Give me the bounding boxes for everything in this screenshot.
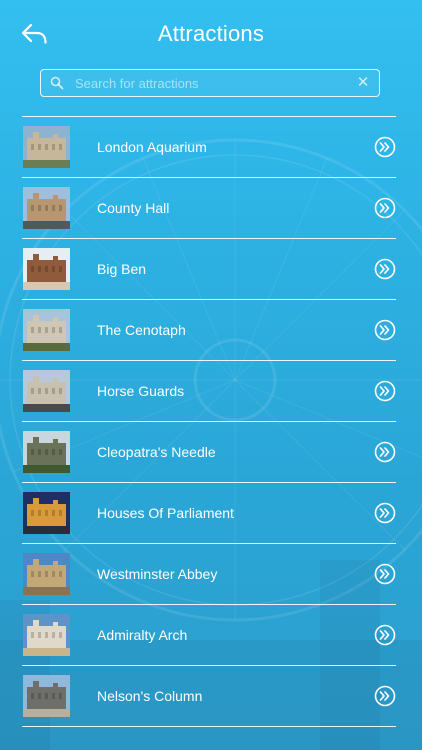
list-item[interactable]: Nelson's Column [22,666,396,726]
list-item[interactable]: Cleopatra's Needle [22,422,396,482]
attraction-name: Horse Guards [97,383,185,399]
attraction-thumbnail [23,126,70,168]
chevron-right-circle-icon[interactable] [374,624,396,646]
list-item[interactable]: County Hall [22,178,396,238]
chevron-right-circle-icon[interactable] [374,136,396,158]
attraction-name: Cleopatra's Needle [97,444,216,460]
chevron-right-circle-icon[interactable] [374,685,396,707]
chevron-right-circle-icon[interactable] [374,319,396,341]
chevron-right-circle-icon[interactable] [374,563,396,585]
attraction-name: Admiralty Arch [97,627,188,643]
chevron-right-circle-icon[interactable] [374,441,396,463]
attraction-thumbnail [23,187,70,229]
attractions-list: London Aquarium County Hall Big Ben The Cen… [22,116,396,727]
search-icon [50,76,64,90]
attraction-name: London Aquarium [97,139,207,155]
attraction-name: The Cenotaph [97,322,186,338]
list-item[interactable]: London Aquarium [22,117,396,177]
attraction-thumbnail [23,431,70,473]
attraction-thumbnail [23,553,70,595]
attraction-thumbnail [23,614,70,656]
divider [22,726,396,727]
list-item[interactable]: The Cenotaph [22,300,396,360]
attraction-name: Westminster Abbey [97,566,218,582]
header: Attractions [0,0,422,64]
attraction-name: Big Ben [97,261,147,277]
chevron-right-circle-icon[interactable] [374,380,396,402]
attraction-thumbnail [23,492,70,534]
list-item[interactable]: Admiralty Arch [22,605,396,665]
attraction-name: Nelson's Column [97,688,203,704]
search-bar: ✕ [40,69,380,97]
list-item[interactable]: Horse Guards [22,361,396,421]
chevron-right-circle-icon[interactable] [374,197,396,219]
chevron-right-circle-icon[interactable] [374,502,396,524]
attraction-thumbnail [23,370,70,412]
attraction-name: County Hall [97,200,170,216]
list-item[interactable]: Houses Of Parliament [22,483,396,543]
list-item[interactable]: Westminster Abbey [22,544,396,604]
page-title: Attractions [157,21,265,46]
attraction-thumbnail [23,675,70,717]
attraction-thumbnail [23,309,70,351]
attraction-name: Houses Of Parliament [97,505,234,521]
search-input[interactable] [75,70,351,96]
chevron-right-circle-icon[interactable] [374,258,396,280]
clear-icon[interactable]: ✕ [356,74,370,92]
list-item[interactable]: Big Ben [22,239,396,299]
attraction-thumbnail [23,248,70,290]
